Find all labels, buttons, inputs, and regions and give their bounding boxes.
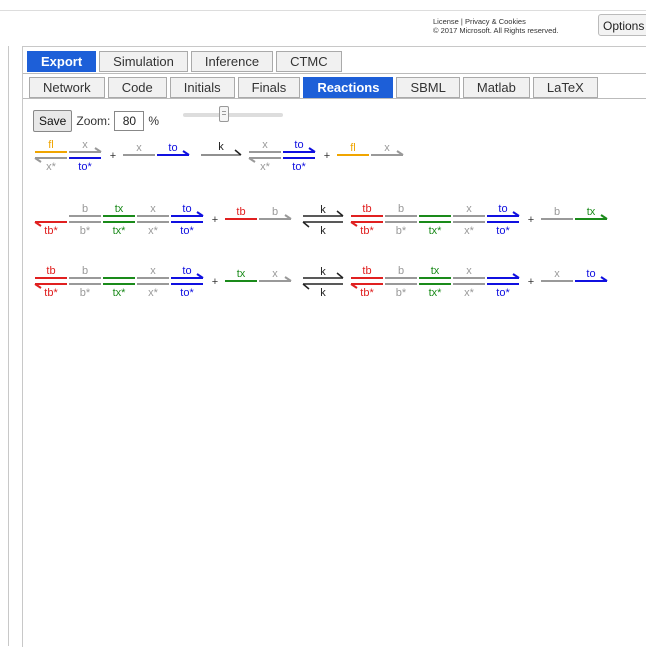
reaction-3-product-bottom-label: to* bbox=[496, 287, 510, 299]
options-button[interactable]: Options bbox=[598, 14, 646, 36]
reaction-2-reactant-top-label: to bbox=[182, 203, 191, 215]
plus-sign: + bbox=[212, 276, 218, 288]
reaction-3-reactant-label: tx bbox=[237, 268, 246, 280]
reaction-3-product-top-label: x bbox=[466, 265, 472, 277]
reaction-2-product-bottom-label: b* bbox=[396, 225, 407, 237]
reaction-3-product-top-label: b bbox=[398, 265, 404, 277]
reaction-3-reactant-top-label: x bbox=[150, 265, 156, 277]
reaction-1-reactant-bottom-label: to* bbox=[78, 161, 92, 173]
reaction-2-reactant-top-label: tx bbox=[115, 203, 124, 215]
main-panel: Export Simulation Inference CTMC Network Cod… bbox=[22, 46, 646, 647]
reaction-2-reactant-bottom-label: tx* bbox=[113, 225, 127, 237]
reaction-2-reactant-top-label: b bbox=[82, 203, 88, 215]
reaction-3-reactant-bottom-label: tx* bbox=[113, 287, 127, 299]
reaction-3-product-bottom-label: b* bbox=[396, 287, 407, 299]
reaction-3-reactant-bottom-label: tb* bbox=[44, 287, 58, 299]
reaction-3-reactant-top-label: tb bbox=[46, 265, 55, 277]
reaction-3-reactant-top-label: to bbox=[182, 265, 191, 277]
reaction-2-product-top-label: b bbox=[398, 203, 404, 215]
plus-sign: + bbox=[212, 214, 218, 226]
reaction-1-reactant-top-label: fl bbox=[48, 139, 54, 151]
reaction-3-reactant-bottom-label: to* bbox=[180, 287, 194, 299]
plus-sign: + bbox=[110, 150, 116, 162]
license-links[interactable]: License | Privacy & Cookies bbox=[433, 17, 559, 26]
top-divider bbox=[0, 10, 646, 11]
plus-sign: + bbox=[528, 276, 534, 288]
reaction-3-product-label: x bbox=[554, 268, 560, 280]
reactions-canvas: fl x x* to* + x to k x to x* to* + fl x b tx x to tb* b* tx* x… bbox=[34, 139, 608, 299]
reaction-3-reactant-bottom-label: b* bbox=[80, 287, 91, 299]
reaction-2-reactant-top-label: x bbox=[150, 203, 156, 215]
reaction-1-product-label: x bbox=[384, 142, 390, 154]
reaction-3-reactant-label: x bbox=[272, 268, 278, 280]
copyright-text: © 2017 Microsoft. All Rights reserved. bbox=[433, 26, 559, 35]
reaction-3-product-top-label: tb bbox=[362, 265, 371, 277]
reaction-1-product-bottom-label: x* bbox=[260, 161, 271, 173]
reaction-1-reactant-top-label: x bbox=[82, 139, 88, 151]
reaction-1-product-bottom-label: to* bbox=[292, 161, 306, 173]
reaction-1-reactant-label: x bbox=[136, 142, 142, 154]
reaction-2-product-label: b bbox=[554, 206, 560, 218]
reaction-1-product-top-label: to bbox=[294, 139, 303, 151]
reaction-2-product-label: tx bbox=[587, 206, 596, 218]
reaction-2-reactant-bottom-label: to* bbox=[180, 225, 194, 237]
license-notice: License | Privacy & Cookies © 2017 Micro… bbox=[433, 17, 559, 35]
reaction-1-product-label: fl bbox=[350, 142, 356, 154]
reaction-1-reactant-bottom-label: x* bbox=[46, 161, 57, 173]
reaction-2-reactant-bottom-label: b* bbox=[80, 225, 91, 237]
reaction-3-reactant-bottom-label: x* bbox=[148, 287, 159, 299]
reaction-2-product-bottom-label: tb* bbox=[360, 225, 374, 237]
rate-forward-label: k bbox=[218, 141, 224, 153]
reaction-1-product-top-label: x bbox=[262, 139, 268, 151]
reaction-2-reactant-bottom-label: x* bbox=[148, 225, 159, 237]
reaction-2-product-top-label: to bbox=[498, 203, 507, 215]
reaction-1-reactant-label: to bbox=[168, 142, 177, 154]
reaction-3-product-top-label: tx bbox=[431, 265, 440, 277]
reaction-2-product-bottom-label: tx* bbox=[429, 225, 443, 237]
plus-sign: + bbox=[324, 150, 330, 162]
rate-forward-label: k bbox=[320, 266, 326, 278]
plus-sign: + bbox=[528, 214, 534, 226]
reaction-2-product-bottom-label: to* bbox=[496, 225, 510, 237]
reaction-2-product-bottom-label: x* bbox=[464, 225, 475, 237]
rate-reverse-label: k bbox=[320, 287, 326, 299]
reaction-2-reactant-label: tb bbox=[236, 206, 245, 218]
reaction-3-product-bottom-label: tx* bbox=[429, 287, 443, 299]
reaction-3-product-bottom-label: x* bbox=[464, 287, 475, 299]
left-border bbox=[8, 46, 9, 646]
reaction-2-reactant-bottom-label: tb* bbox=[44, 225, 58, 237]
reaction-3-product-label: to bbox=[586, 268, 595, 280]
reaction-arrowhead bbox=[234, 149, 242, 156]
reaction-3-reactant-top-label: b bbox=[82, 265, 88, 277]
reaction-2-product-top-label: tb bbox=[362, 203, 371, 215]
reaction-2-reactant-label: b bbox=[272, 206, 278, 218]
rate-reverse-label: k bbox=[320, 225, 326, 237]
rate-forward-label: k bbox=[320, 204, 326, 216]
reaction-2-product-top-label: x bbox=[466, 203, 472, 215]
reaction-3-product-bottom-label: tb* bbox=[360, 287, 374, 299]
